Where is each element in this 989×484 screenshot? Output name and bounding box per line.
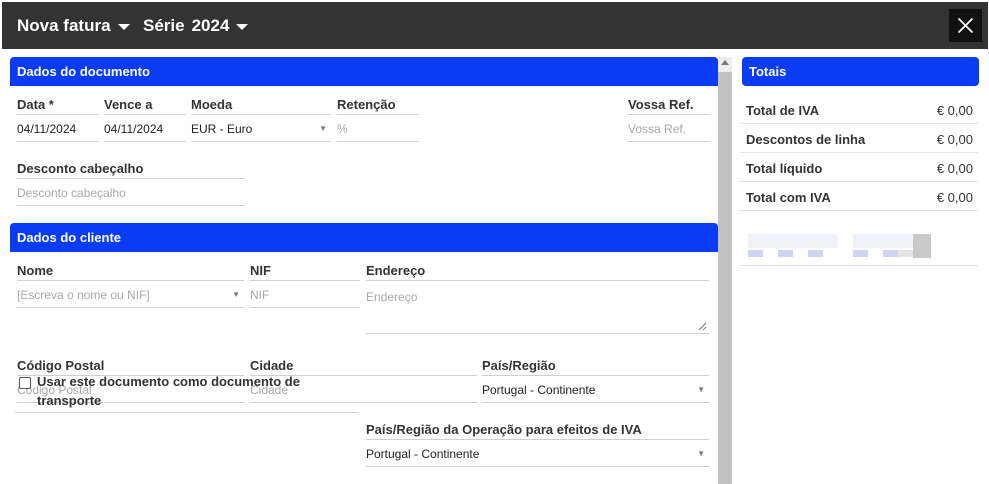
caret-down-icon — [117, 24, 130, 30]
transport-document-label[interactable]: Usar este documento como documento de tr… — [37, 372, 337, 410]
currency-select[interactable]: EUR - Euro ▼ — [191, 116, 331, 142]
due-date-input[interactable] — [104, 116, 186, 142]
client-name-select[interactable]: [Escreva o nome ou NIF] ▼ — [17, 282, 244, 308]
date-input[interactable] — [17, 116, 99, 142]
document-section-header: Dados do documento — [10, 57, 718, 86]
scroll-up-icon[interactable] — [721, 60, 729, 65]
scrollbar-thumb[interactable] — [718, 72, 732, 484]
client-name-label: Nome — [17, 263, 54, 278]
client-section-header: Dados do cliente — [10, 223, 718, 252]
client-name-placeholder: [Escreva o nome ou NIF] — [17, 288, 150, 302]
country-value: Portugal - Continente — [482, 383, 596, 397]
totals-row: Total de IVA € 0,00 — [740, 95, 979, 124]
your-ref-label: Vossa Ref. — [628, 97, 694, 112]
totals-row-value: € 0,00 — [936, 161, 973, 176]
transport-document-checkbox[interactable] — [19, 377, 31, 389]
totals-row: Descontos de linha € 0,00 — [740, 124, 979, 153]
totals-row: Total com IVA € 0,00 — [740, 182, 979, 211]
chevron-down-icon: ▼ — [697, 385, 705, 394]
country-label: País/Região — [482, 358, 556, 373]
series-label: Série — [143, 16, 185, 35]
totals-row-value: € 0,00 — [936, 190, 973, 205]
address-label: Endereço — [366, 263, 426, 278]
header-discount-label: Desconto cabeçalho — [17, 161, 144, 176]
date-label: Data * — [17, 97, 54, 112]
nif-input[interactable] — [250, 282, 360, 308]
chevron-down-icon: ▼ — [319, 124, 327, 133]
series-value: 2024 — [191, 16, 230, 35]
totals-row-label: Total líquido — [746, 161, 823, 176]
totals-section-header: Totais — [742, 57, 979, 86]
vat-country-label: País/Região da Operação para efeitos de … — [366, 422, 642, 437]
postal-code-label: Código Postal — [17, 358, 105, 373]
close-button[interactable] — [949, 9, 982, 42]
due-date-label: Vence a — [104, 97, 153, 112]
totals-row-label: Total com IVA — [746, 190, 831, 205]
transport-document-option: Usar este documento como documento de tr… — [15, 372, 358, 413]
address-input[interactable] — [366, 282, 709, 334]
redacted-pixels — [748, 234, 931, 258]
series-dropdown[interactable]: Série 2024 — [143, 16, 249, 36]
close-icon — [957, 17, 974, 34]
retention-input[interactable] — [337, 116, 419, 142]
currency-value: EUR - Euro — [191, 122, 253, 136]
totals-row: Total líquido € 0,00 — [740, 153, 979, 182]
dialog-header: Nova fatura Série 2024 — [2, 2, 988, 49]
resize-grip-icon[interactable] — [698, 322, 707, 331]
city-label: Cidade — [250, 358, 294, 373]
totals-row-value: € 0,00 — [936, 103, 973, 118]
document-type-dropdown[interactable]: Nova fatura — [17, 16, 130, 36]
header-discount-input[interactable] — [17, 180, 244, 206]
currency-label: Moeda — [191, 97, 233, 112]
totals-row-label: Total de IVA — [746, 103, 820, 118]
vat-country-value: Portugal - Continente — [366, 447, 480, 461]
retention-label: Retenção — [337, 97, 396, 112]
nif-label: NIF — [250, 263, 271, 278]
vat-country-select[interactable]: Portugal - Continente ▼ — [366, 441, 709, 467]
chevron-down-icon: ▼ — [697, 449, 705, 458]
document-type-label: Nova fatura — [17, 16, 111, 35]
totals-row-value: € 0,00 — [936, 132, 973, 147]
chevron-down-icon: ▼ — [232, 290, 240, 299]
country-select[interactable]: Portugal - Continente ▼ — [482, 377, 709, 403]
redacted-content — [740, 232, 979, 266]
caret-down-icon — [236, 24, 249, 30]
totals-row-label: Descontos de linha — [746, 132, 866, 147]
your-ref-input[interactable] — [628, 116, 710, 142]
